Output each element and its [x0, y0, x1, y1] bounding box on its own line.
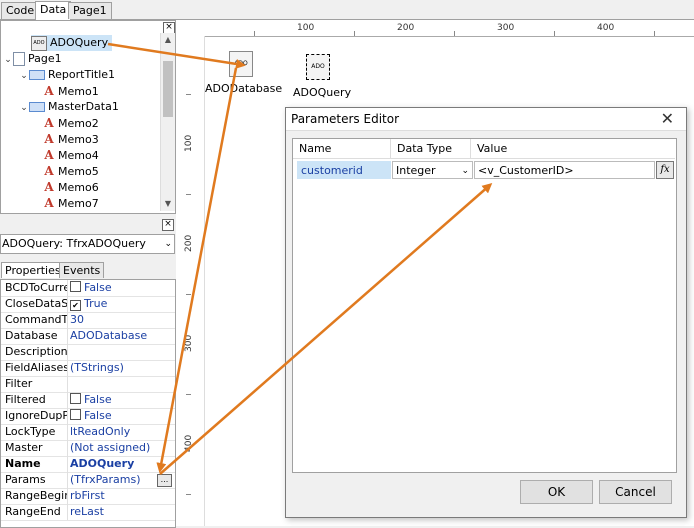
object-selector[interactable]: ADOQuery: TfrxADOQuery ⌄ [0, 234, 175, 254]
tree-item-memo6[interactable]: A Memo6 [43, 179, 98, 195]
tree-item-memo7[interactable]: A Memo7 [43, 195, 98, 211]
chevron-down-icon[interactable]: ⌄ [3, 52, 13, 68]
ado-query-icon: ADO [311, 63, 325, 70]
memo-icon: A [44, 116, 54, 130]
property-grid: BCDToCurrer False CloseDataSo ✔True Comm… [0, 279, 176, 528]
tree-item-adoquery[interactable]: ADO ADOQuery [31, 35, 113, 51]
property-row[interactable]: RangeEnd reLast [1, 504, 175, 521]
tab-bar: Code Data Page1 [0, 0, 694, 20]
property-row[interactable]: LockType ltReadOnly [1, 424, 175, 441]
dialog-titlebar: Parameters Editor ✕ [286, 108, 686, 131]
column-header-value[interactable]: Value [471, 139, 675, 159]
ok-button[interactable]: OK [520, 480, 593, 504]
ado-database-component[interactable]: ADO [229, 51, 253, 77]
property-row[interactable]: BCDToCurrer False [1, 280, 175, 297]
tree-item-memo2[interactable]: A Memo2 [43, 115, 98, 131]
close-icon[interactable]: ✕ [661, 109, 674, 128]
ellipsis-button[interactable]: ... [157, 474, 172, 487]
memo-icon: A [44, 132, 54, 146]
tree-item-reporttitle1[interactable]: ⌄ ReportTitle1 [19, 67, 115, 83]
param-type-select[interactable]: Integer ⌄ [392, 161, 473, 179]
band-icon [29, 70, 45, 80]
property-row[interactable]: FieldAliases (TStrings) [1, 360, 175, 377]
property-row[interactable]: RangeBegin rbFirst [1, 488, 175, 505]
ado-query-icon: ADO [31, 35, 47, 51]
memo-icon: A [44, 196, 54, 210]
ado-query-component[interactable]: ADO [306, 54, 330, 80]
report-tree: × ADO ADOQuery ⌄ Page1 ⌄ ReportTitle1 A Memo… [0, 20, 176, 214]
property-row[interactable]: Name ADOQuery [1, 456, 175, 473]
ado-database-label: ADODatabase [205, 82, 283, 95]
memo-icon: A [44, 148, 54, 162]
horizontal-ruler: 100 200 300 400 [204, 22, 694, 37]
checkbox-icon[interactable] [70, 409, 81, 420]
scroll-down-icon[interactable]: ▼ [161, 197, 175, 211]
tab-data[interactable]: Data [35, 1, 72, 20]
property-row[interactable]: Filtered False [1, 392, 175, 409]
cancel-button[interactable]: Cancel [599, 480, 672, 504]
band-icon [29, 102, 45, 112]
param-value-input[interactable]: <v_CustomerID> [474, 161, 655, 179]
tree-scrollbar[interactable]: ▲ ▼ [160, 33, 175, 211]
tab-events[interactable]: Events [59, 262, 105, 278]
parameters-grid: Name Data Type Value customerid Integer … [292, 138, 677, 473]
chevron-down-icon[interactable]: ⌄ [461, 162, 469, 180]
property-row[interactable]: IgnoreDupPa False [1, 408, 175, 425]
memo-icon: A [44, 164, 54, 178]
property-row[interactable]: Params (TfrxParams) ... [1, 472, 175, 489]
inspector-tabs: Properties Events [0, 262, 174, 278]
property-row[interactable]: Master (Not assigned) [1, 440, 175, 457]
chevron-down-icon[interactable]: ⌄ [19, 100, 29, 116]
tree-item-memo3[interactable]: A Memo3 [43, 131, 98, 147]
memo-icon: A [44, 180, 54, 194]
property-row[interactable]: Filter [1, 376, 175, 393]
tree-item-page1[interactable]: ⌄ Page1 [3, 51, 62, 67]
memo-icon: A [44, 84, 54, 98]
vertical-ruler: 100 200 300 400 [176, 36, 205, 526]
tree-item-memo1[interactable]: A Memo1 [43, 83, 98, 99]
page-icon [13, 52, 25, 66]
close-icon[interactable]: × [162, 219, 174, 231]
chevron-down-icon[interactable]: ⌄ [19, 68, 29, 84]
tab-properties[interactable]: Properties [1, 262, 65, 278]
scroll-up-icon[interactable]: ▲ [161, 33, 175, 47]
tab-code[interactable]: Code [1, 2, 40, 19]
chevron-down-icon[interactable]: ⌄ [164, 235, 172, 253]
checkbox-checked-icon[interactable]: ✔ [70, 300, 81, 311]
tab-page1[interactable]: Page1 [68, 2, 112, 19]
tree-item-masterdata1[interactable]: ⌄ MasterData1 [19, 99, 119, 115]
property-row[interactable]: Database ADODatabase [1, 328, 175, 345]
tree-item-memo5[interactable]: A Memo5 [43, 163, 98, 179]
property-row[interactable]: CommandTim 30 [1, 312, 175, 329]
scroll-thumb[interactable] [163, 61, 173, 117]
fx-expression-button[interactable]: fx [656, 161, 674, 179]
property-row[interactable]: Description [1, 344, 175, 361]
tree-item-memo4[interactable]: A Memo4 [43, 147, 98, 163]
column-header-data-type[interactable]: Data Type [391, 139, 471, 159]
param-name-cell[interactable]: customerid [297, 161, 391, 179]
database-icon: ADO [234, 60, 248, 67]
parameters-editor-dialog: Parameters Editor ✕ Name Data Type Value… [285, 107, 687, 518]
checkbox-icon[interactable] [70, 393, 81, 404]
checkbox-icon[interactable] [70, 281, 81, 292]
ado-query-label: ADOQuery [293, 86, 352, 99]
property-row[interactable]: CloseDataSo ✔True [1, 296, 175, 313]
column-header-name[interactable]: Name [293, 139, 391, 159]
dialog-title: Parameters Editor [291, 112, 400, 126]
